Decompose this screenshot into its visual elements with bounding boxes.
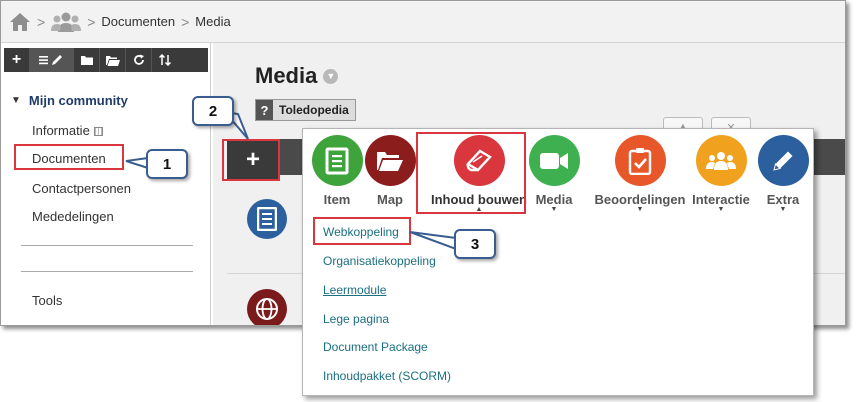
callout-2: 2 bbox=[192, 96, 234, 126]
callout-3: 3 bbox=[454, 229, 496, 259]
callout-pointers bbox=[125, 110, 457, 251]
callout-1: 1 bbox=[146, 149, 188, 179]
